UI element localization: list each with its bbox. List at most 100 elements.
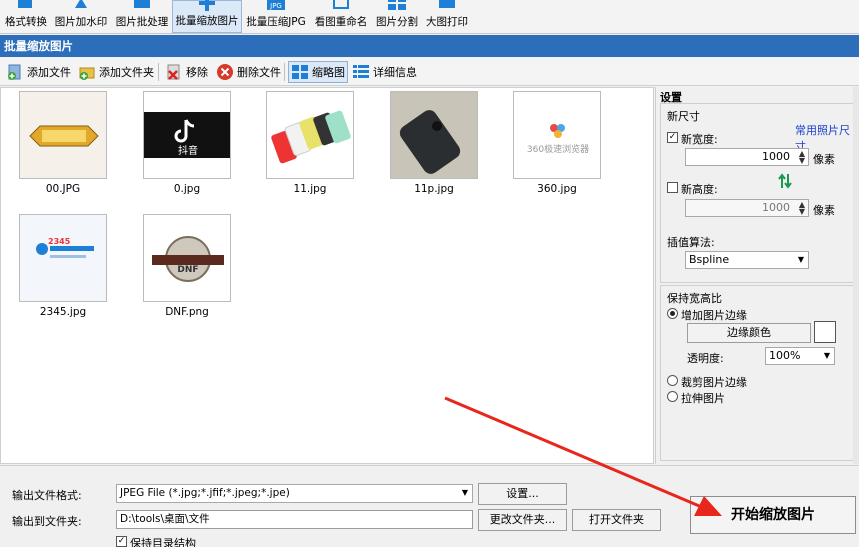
interp-value: Bspline [689, 253, 730, 266]
add-folder-button[interactable]: 添加文件夹 [76, 61, 156, 83]
thumbnail-filename: 0.jpg [173, 183, 201, 195]
rename-button[interactable]: 看图重命名 [312, 0, 370, 33]
phone-dark-image [391, 92, 477, 178]
split-icon [388, 0, 406, 10]
keep-dir-checkbox[interactable]: ✓ [116, 536, 127, 547]
output-folder-label: 输出到文件夹: [12, 515, 82, 528]
file-toolbar: 添加文件 添加文件夹 移除 删除文件 缩略图 详细信息 [0, 58, 859, 86]
thumbnail-image: 360极速浏览器 [513, 91, 601, 179]
toolbar-divider [158, 63, 159, 81]
change-folder-button[interactable]: 更改文件夹... [478, 509, 567, 531]
new-height-value: 1000 [762, 201, 790, 214]
opacity-select[interactable]: 100% ▼ [765, 347, 835, 365]
keep-ratio-group: 保持宽高比 增加图片边缘 边缘颜色 透明度: 100% ▼ 裁剪图片边缘 拉伸图… [660, 285, 854, 461]
add-border-radio[interactable] [667, 308, 678, 319]
start-resize-button[interactable]: 开始缩放图片 [690, 496, 856, 534]
batch-resize-label: 批量缩放图片 [175, 15, 239, 27]
thumbnail-item[interactable]: 00.JPG [19, 91, 107, 195]
opacity-value: 100% [769, 349, 801, 362]
format-settings-button[interactable]: 设置... [478, 483, 567, 505]
compress-jpg-button[interactable]: JPG 批量压缩JPG [244, 0, 308, 33]
batch-process-button[interactable]: 图片批处理 [113, 0, 171, 33]
new-size-group: 新尺寸 常用照片尺寸 ✓ 新宽度: 1000 ▲ ▼ 像素 新高度: 1000 ▲… [660, 103, 854, 283]
douyin-text: 抖音 [178, 146, 198, 157]
remove-button[interactable]: 移除 [163, 61, 210, 83]
crop-border-label: 裁剪图片边缘 [681, 376, 747, 389]
opacity-label: 透明度: [687, 352, 724, 365]
details-view-button[interactable]: 详细信息 [350, 61, 419, 83]
add-folder-label: 添加文件夹 [99, 66, 154, 79]
thumbnail-item[interactable]: 360极速浏览器 360.jpg [513, 91, 601, 195]
new-height-label: 新高度: [681, 183, 718, 196]
thumbnail-item[interactable]: 11p.jpg [390, 91, 478, 195]
delete-file-button[interactable]: 删除文件 [214, 61, 283, 83]
output-folder-input[interactable]: D:\tools\桌面\文件 [116, 510, 473, 529]
remove-label: 移除 [186, 66, 208, 79]
thumbnail-view-icon [292, 65, 308, 79]
output-panel: 输出文件格式: JPEG File (*.jpg;*.jfif;*.jpeg;*… [0, 465, 859, 547]
thumbnail-filename: 2345.jpg [39, 306, 87, 318]
crop-border-radio[interactable] [667, 375, 678, 386]
add-file-button[interactable]: 添加文件 [4, 61, 73, 83]
top-toolbar: 格式转换 图片加水印 图片批处理 批量缩放图片 JPG 批量压缩JPG 看图重命… [0, 0, 859, 34]
stretch-label: 拉伸图片 [681, 392, 725, 405]
delete-file-label: 删除文件 [237, 66, 281, 79]
thumbnail-grid: 00.JPG 抖音 0.jpg 11.jpg 11p.jpg 360极速浏览器 … [0, 87, 654, 464]
new-width-checkbox[interactable]: ✓ [667, 132, 678, 143]
game-logo-image [20, 92, 106, 178]
watermark-button[interactable]: 图片加水印 [52, 0, 110, 33]
thumbnail-filename: 00.JPG [45, 183, 81, 195]
split-button[interactable]: 图片分割 [372, 0, 422, 33]
new-width-label: 新宽度: [681, 133, 718, 146]
keep-dir-label: 保持目录结构 [130, 537, 196, 547]
thumbnail-view-label: 缩略图 [312, 66, 345, 79]
thumbnail-item[interactable]: 2345 2345.jpg [19, 214, 107, 318]
output-format-select[interactable]: JPEG File (*.jpg;*.jfif;*.jpeg;*.jpe) ▼ [116, 484, 473, 503]
thumbnail-image [266, 91, 354, 179]
thumbnail-filename: 360.jpg [537, 183, 577, 195]
phones-image [267, 92, 353, 178]
thumbnail-item[interactable]: DNF DNF.png [143, 214, 231, 318]
stretch-radio[interactable] [667, 391, 678, 402]
thumbnail-image: 抖音 [143, 91, 231, 179]
browser-logo-text: 360极速浏览器 [526, 145, 590, 155]
format-convert-button[interactable]: 格式转换 [2, 0, 50, 33]
print-icon [439, 0, 455, 8]
spinner-arrows-icon[interactable]: ▲ ▼ [799, 201, 805, 216]
settings-scrollbar[interactable] [853, 87, 859, 464]
swap-dimensions-icon[interactable] [777, 172, 793, 190]
print-button[interactable]: 大图打印 [424, 0, 470, 33]
thumbnail-image [390, 91, 478, 179]
new-height-checkbox[interactable] [667, 182, 678, 193]
thumbnail-view-button[interactable]: 缩略图 [288, 61, 348, 83]
details-view-label: 详细信息 [373, 66, 417, 79]
border-color-button[interactable]: 边缘颜色 [687, 323, 811, 343]
chevron-down-icon: ▼ [461, 488, 468, 497]
thumbnail-image: DNF [143, 214, 231, 302]
toolbar-divider [284, 63, 285, 81]
open-folder-button[interactable]: 打开文件夹 [572, 509, 661, 531]
thumbnail-filename: 11.jpg [293, 183, 327, 195]
batch-resize-icon [199, 0, 215, 11]
add-file-icon [8, 64, 21, 80]
spinner-arrows-icon[interactable]: ▲ ▼ [799, 150, 805, 165]
new-width-spinner[interactable]: 1000 ▲ ▼ [685, 148, 809, 166]
new-height-spinner[interactable]: 1000 ▲ ▼ [685, 199, 809, 217]
unit-label: 像素 [813, 153, 835, 166]
batch-resize-button[interactable]: 批量缩放图片 [172, 0, 242, 33]
add-folder-icon [79, 67, 95, 80]
interp-select[interactable]: Bspline ▼ [685, 251, 809, 269]
border-color-swatch[interactable] [814, 321, 836, 343]
compress-jpg-label: 批量压缩JPG [246, 16, 306, 28]
douyin-logo-image [144, 92, 230, 178]
thumbnail-item[interactable]: 抖音 0.jpg [143, 91, 231, 195]
output-format-value: JPEG File (*.jpg;*.jfif;*.jpeg;*.jpe) [120, 487, 290, 499]
chevron-down-icon: ▼ [823, 351, 830, 360]
watermark-label: 图片加水印 [54, 16, 108, 28]
dnf-logo-image [144, 215, 230, 301]
thumbnail-filename: DNF.png [165, 306, 209, 318]
panel-title: 批量缩放图片 [0, 35, 859, 57]
thumbnail-filename: 11p.jpg [414, 183, 454, 195]
thumbnail-item[interactable]: 11.jpg [266, 91, 354, 195]
format-convert-icon [18, 0, 32, 8]
